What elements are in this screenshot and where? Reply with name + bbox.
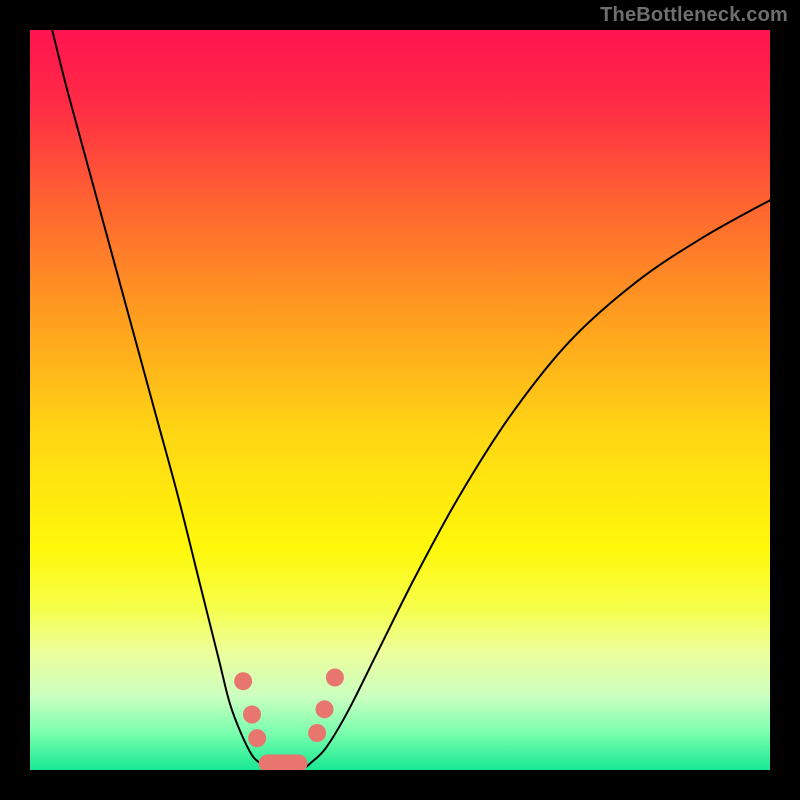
marker-right-cluster-2 (326, 669, 344, 687)
marker-right-cluster-1 (316, 700, 334, 718)
watermark-text: TheBottleneck.com (600, 4, 788, 27)
chart-background (30, 30, 770, 770)
marker-left-cluster-1 (243, 706, 261, 724)
marker-bottom-oval (259, 754, 308, 770)
marker-left-cluster-2 (248, 729, 266, 747)
marker-left-cluster-0 (234, 672, 252, 690)
chart-plot (30, 30, 770, 770)
marker-right-cluster-0 (308, 724, 326, 742)
chart-frame: TheBottleneck.com (0, 0, 800, 800)
